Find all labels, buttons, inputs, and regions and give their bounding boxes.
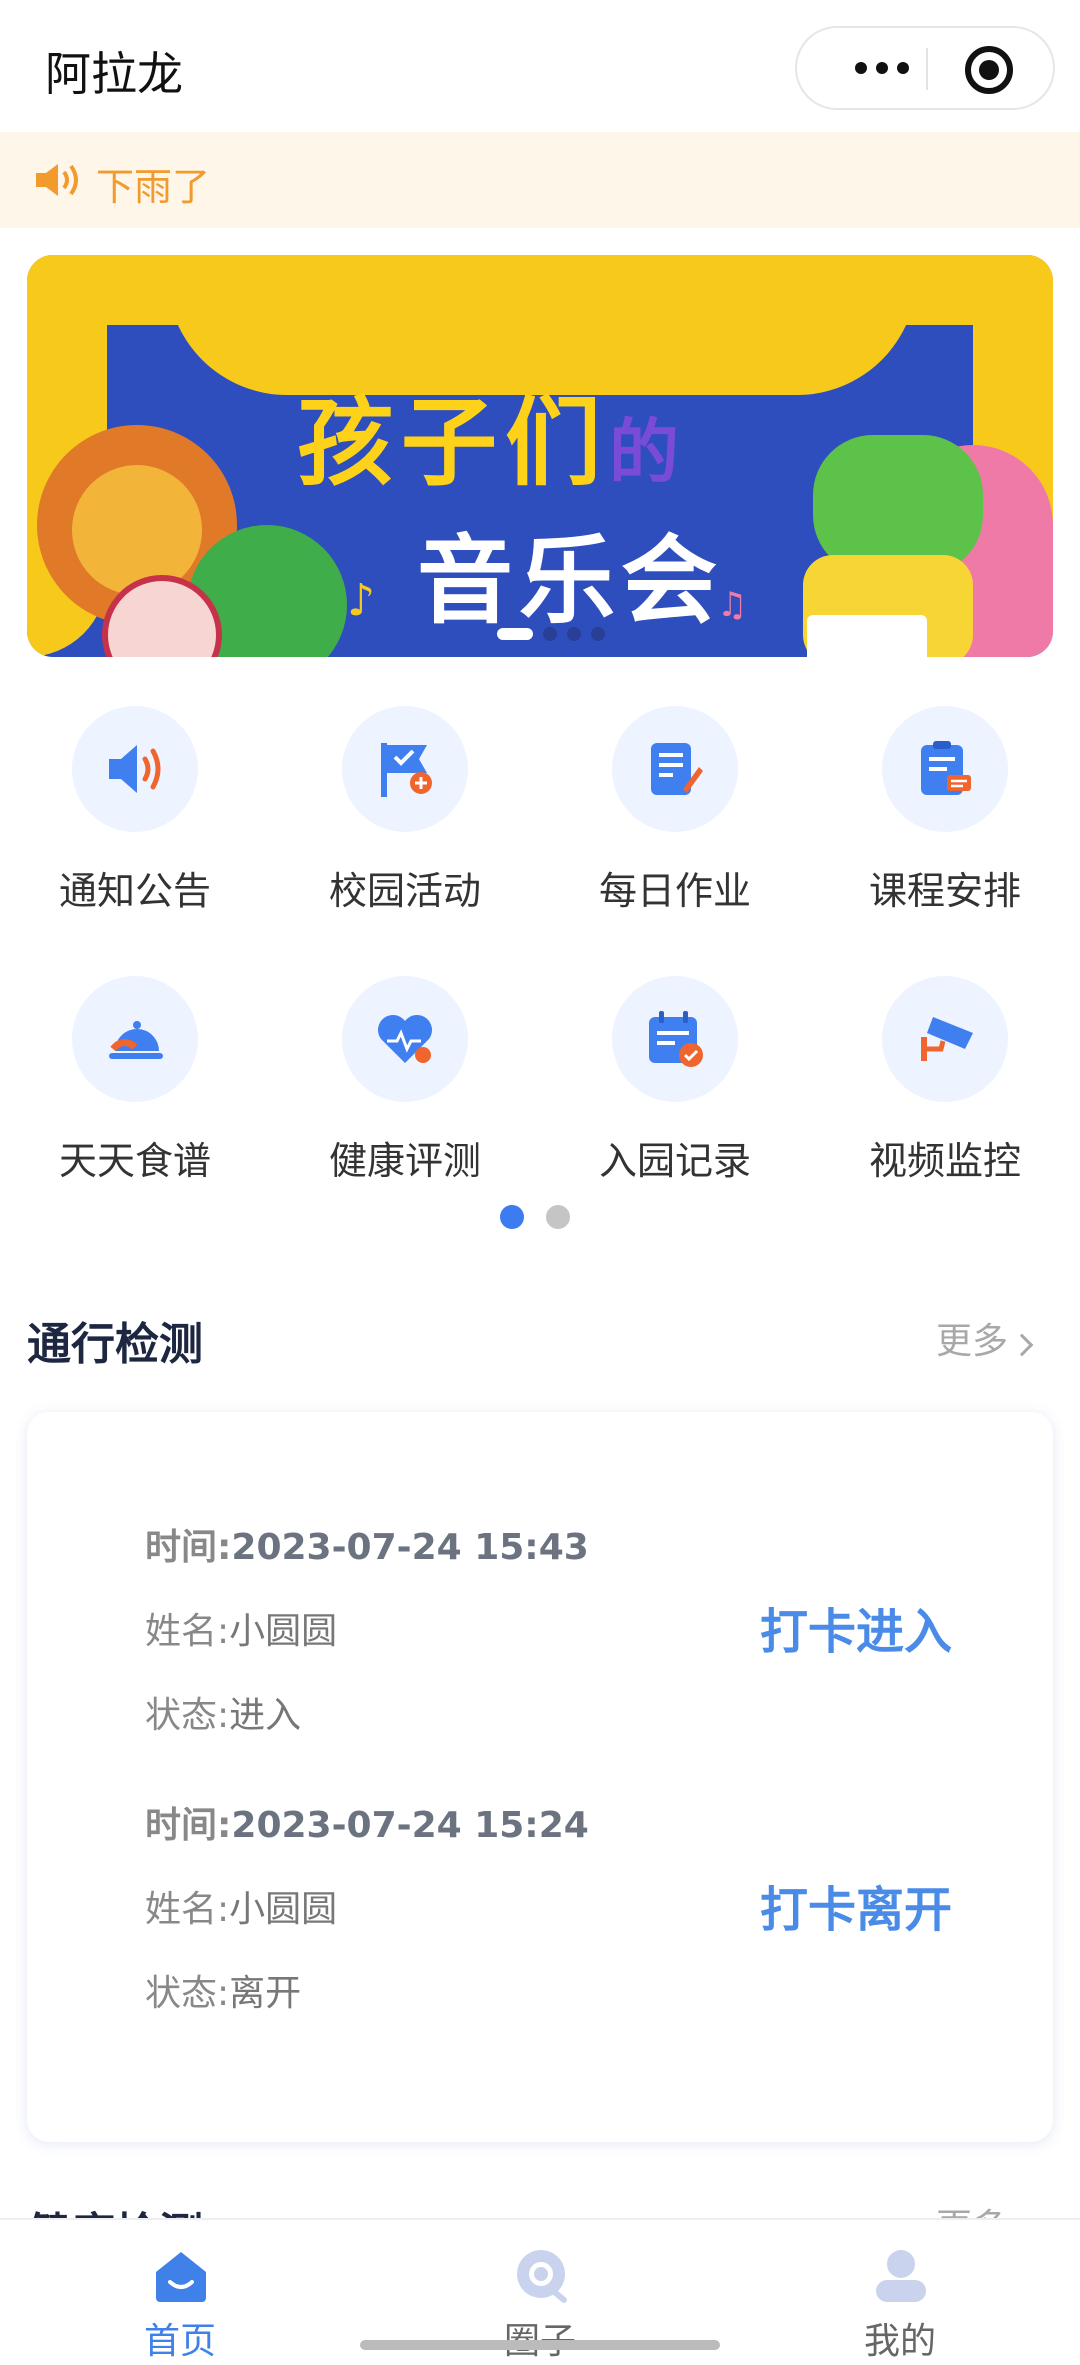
page-title: 阿拉龙 (45, 47, 183, 101)
tab-home[interactable]: 首页 (80, 2234, 280, 2362)
banner-indicator-dot (567, 627, 581, 641)
time-value: 2023-07-24 15:43 (231, 1527, 589, 1568)
pass-check-more-link[interactable]: 更多 (936, 1312, 1034, 1364)
grid-item-entry-records[interactable]: 入园记录 (540, 970, 810, 1230)
star-icon: ★ (217, 333, 244, 368)
time-value: 2023-07-24 15:24 (231, 1805, 589, 1846)
grid-item-label: 健康评测 (328, 1139, 481, 1183)
more-label: 更多 (936, 1321, 1009, 1362)
time-label: 时间: (145, 1805, 232, 1846)
grid-page-dot-active[interactable] (500, 1205, 524, 1229)
crocodile-illustration (813, 435, 983, 575)
grid-page-indicator (500, 1205, 570, 1229)
grid-page-dot[interactable] (546, 1205, 570, 1229)
grid-icon-bg (612, 706, 738, 832)
grid-item-label: 校园活动 (328, 869, 481, 913)
pass-record[interactable]: 时间:2023-07-24 15:24 姓名:小圆圆 状态:离开 打卡离开 (145, 1778, 1025, 2028)
grid-icon-bg (882, 706, 1008, 832)
camera-icon (921, 1017, 973, 1061)
circle-icon (517, 2250, 567, 2303)
status-label: 状态: (145, 1695, 230, 1736)
user-icon (876, 2250, 926, 2302)
chevron-right-icon (1010, 1333, 1034, 1357)
music-note-icon: ♫ (717, 585, 748, 625)
record-time-row: 时间:2023-07-24 15:43 (145, 1518, 589, 1570)
more-options-icon[interactable] (837, 28, 927, 108)
section-title-pass-check: 通行检测 (27, 1319, 203, 1370)
schedule-icon (921, 741, 971, 795)
status-value: 离开 (229, 1973, 302, 2014)
tab-label: 首页 (143, 2321, 216, 2362)
grid-item-label: 每日作业 (598, 869, 751, 913)
grid-item-label: 天天食谱 (58, 1139, 211, 1183)
speaker-icon (109, 745, 161, 793)
grid-item-health-evaluation[interactable]: 健康评测 (270, 970, 540, 1230)
grid-icon-bg (72, 976, 198, 1102)
grid-icon-bg (72, 706, 198, 832)
flag-icon (381, 743, 432, 797)
grid-item-label: 通知公告 (58, 869, 211, 913)
nav-bar: 阿拉龙 (0, 0, 1080, 132)
capsule-divider (926, 48, 928, 90)
tab-mine[interactable]: 我的 (800, 2234, 1000, 2362)
grid-item-label: 视频监控 (868, 1139, 1021, 1183)
grid-item-campus-activities[interactable]: 校园活动 (270, 700, 540, 960)
grid-item-homework[interactable]: 每日作业 (540, 700, 810, 960)
lion-face-illustration (72, 465, 202, 595)
close-miniprogram-icon[interactable] (965, 46, 1013, 94)
record-time-row: 时间:2023-07-24 15:24 (145, 1796, 589, 1848)
speaker-icon (36, 164, 78, 196)
name-value: 小圆圆 (229, 1611, 338, 1652)
home-indicator (360, 2340, 720, 2350)
grid-item-daily-recipes[interactable]: 天天食谱 (0, 970, 270, 1230)
tab-circle[interactable]: 圈子 (440, 2234, 640, 2362)
pass-check-card: 时间:2023-07-24 15:43 姓名:小圆圆 状态:进入 打卡进入 时间… (27, 1412, 1053, 2142)
check-out-status: 打卡离开 (760, 1882, 953, 1938)
name-label: 姓名: (145, 1611, 230, 1652)
notice-text: 下雨了 (96, 165, 211, 209)
food-icon (109, 1021, 163, 1059)
grid-item-course-schedule[interactable]: 课程安排 (810, 700, 1080, 960)
music-note-icon: ♪ (347, 575, 376, 626)
mini-program-capsule (795, 26, 1055, 110)
banner-indicator-dot (591, 627, 605, 641)
status-value: 进入 (229, 1695, 302, 1736)
calendar-icon (649, 1011, 703, 1067)
homework-icon (651, 743, 703, 795)
time-label: 时间: (145, 1527, 232, 1568)
grid-item-label: 课程安排 (868, 869, 1021, 913)
banner-indicator-active (497, 628, 533, 640)
heart-icon (378, 1015, 432, 1063)
check-in-status: 打卡进入 (760, 1604, 953, 1660)
tab-label: 我的 (863, 2321, 936, 2362)
record-status-row: 状态:离开 (145, 1964, 301, 2016)
tab-label: 圈子 (440, 2312, 640, 2364)
record-status-row: 状态:进入 (145, 1686, 301, 1738)
grid-item-label: 入园记录 (598, 1139, 751, 1183)
notice-bar[interactable]: 下雨了 (0, 132, 1080, 228)
banner-title-line2: 音乐会 (417, 525, 723, 637)
banner-indicator (497, 627, 605, 641)
pass-record[interactable]: 时间:2023-07-24 15:43 姓名:小圆圆 状态:进入 打卡进入 (145, 1500, 1025, 1750)
banner-carousel[interactable]: ★ ★ 孩子们的 音乐会 ♪ ♫ (27, 255, 1053, 657)
grid-item-notices[interactable]: 通知公告 (0, 700, 270, 960)
grid-item-video-monitor[interactable]: 视频监控 (810, 970, 1080, 1230)
status-label: 状态: (145, 1973, 230, 2014)
piano-keys-illustration (807, 615, 927, 657)
record-name-row: 姓名:小圆圆 (145, 1602, 337, 1654)
name-label: 姓名: (145, 1889, 230, 1930)
name-value: 小圆圆 (229, 1889, 338, 1930)
grid-icon-bg (882, 976, 1008, 1102)
banner-indicator-dot (543, 627, 557, 641)
home-icon (156, 2252, 206, 2302)
grid-icon-bg (612, 976, 738, 1102)
banner-title-line1: 孩子们的 (297, 387, 687, 499)
star-icon: ★ (807, 350, 840, 391)
record-name-row: 姓名:小圆圆 (145, 1880, 337, 1932)
grid-icon-bg (342, 976, 468, 1102)
grid-icon-bg (342, 706, 468, 832)
